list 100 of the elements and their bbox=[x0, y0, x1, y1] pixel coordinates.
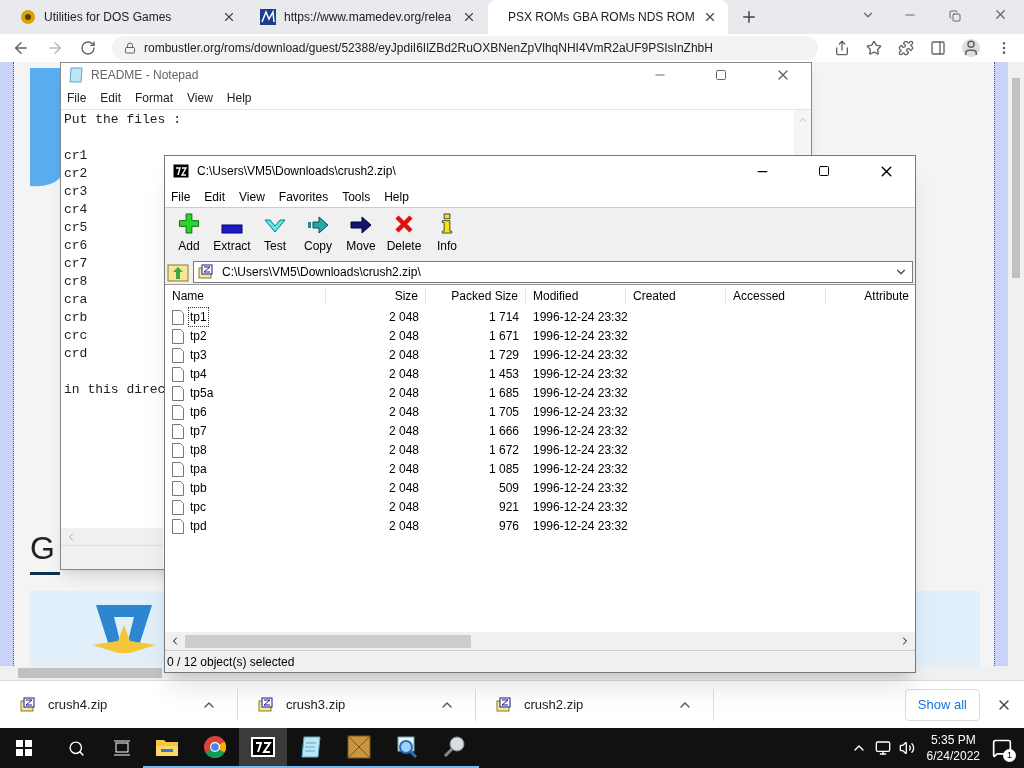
archive-icon bbox=[198, 263, 214, 280]
menu-item[interactable]: Favorites bbox=[278, 187, 329, 206]
menu-item[interactable]: Edit bbox=[204, 187, 226, 206]
file-name[interactable]: tp1 bbox=[188, 307, 209, 327]
download-item[interactable]: crush3.zip bbox=[238, 688, 476, 721]
table-cell-text: 976 bbox=[497, 518, 520, 535]
file-name[interactable]: tp7 bbox=[188, 421, 209, 441]
download-item[interactable]: crush4.zip bbox=[0, 688, 238, 721]
table-cell-text: 1 685 bbox=[487, 385, 520, 402]
file-name[interactable]: tpa bbox=[188, 459, 209, 479]
text-line: crd bbox=[64, 345, 88, 363]
address-bar[interactable]: rombustler.org/roms/download/guest/52388/eyJpdiI6IlZBd2RuOXBNenZpVlhqNHI4VmR2aUF9PSIsInZhbH bbox=[112, 36, 818, 60]
horizontal-scrollbar[interactable] bbox=[61, 528, 163, 545]
menu-item[interactable]: View bbox=[187, 89, 213, 107]
table-cell-text: 1 085 bbox=[487, 461, 520, 478]
windows-icon[interactable] bbox=[16, 740, 32, 756]
tab-title: https://www.mamedev.org/relea bbox=[284, 9, 452, 26]
menu-item[interactable]: Edit bbox=[100, 89, 122, 107]
file-name[interactable]: tp6 bbox=[188, 402, 209, 422]
file-name: crush4.zip bbox=[48, 695, 109, 714]
volume-icon[interactable] bbox=[898, 740, 915, 756]
table-cell-text: 1996-12-24 23:32 bbox=[532, 480, 626, 497]
browser-icon bbox=[203, 735, 227, 759]
menu-item[interactable]: Help bbox=[384, 187, 409, 206]
section-heading: G bbox=[30, 529, 55, 568]
path-field[interactable]: C:\Users\VM5\Downloads\crush2.zip\ bbox=[193, 260, 913, 283]
toolbar-button[interactable]: Copy bbox=[298, 213, 338, 255]
menu-item[interactable]: File bbox=[171, 187, 191, 206]
extensions-icon[interactable] bbox=[898, 40, 914, 56]
toolbar-button[interactable]: Info bbox=[427, 213, 467, 255]
menu-item[interactable]: Help bbox=[226, 89, 252, 107]
file-name[interactable]: tpb bbox=[188, 478, 209, 498]
minus-icon bbox=[221, 224, 243, 234]
file-name[interactable]: tp5a bbox=[188, 383, 216, 403]
file-name: crush3.zip bbox=[286, 695, 347, 714]
column-header[interactable]: Packed Size bbox=[426, 287, 526, 305]
column-header[interactable]: Modified bbox=[526, 287, 626, 305]
table-cell-text: 921 bbox=[497, 499, 520, 516]
network-icon[interactable] bbox=[874, 740, 891, 756]
table-cell-text: 1996-12-24 23:32 bbox=[532, 461, 626, 478]
column-header[interactable]: Name bbox=[165, 287, 326, 305]
close-icon[interactable] bbox=[222, 10, 236, 24]
file-name: crush2.zip bbox=[524, 695, 585, 714]
file-name[interactable]: tp8 bbox=[188, 440, 209, 460]
column-header[interactable]: Attribute bbox=[826, 287, 915, 305]
toolbar-button[interactable]: Extract bbox=[212, 213, 252, 255]
scrollbar-thumb[interactable] bbox=[1012, 78, 1020, 278]
restore-icon[interactable] bbox=[949, 10, 961, 22]
menu-item[interactable]: View bbox=[239, 187, 265, 206]
taskbar-app[interactable] bbox=[239, 728, 287, 768]
folder-icon bbox=[155, 737, 179, 757]
toolbar-button[interactable]: Move bbox=[341, 213, 381, 255]
profile-icon[interactable] bbox=[962, 39, 980, 57]
toolbar-button[interactable]: Test bbox=[255, 213, 295, 255]
reload-icon[interactable] bbox=[80, 40, 96, 56]
file-name[interactable]: tp4 bbox=[188, 364, 209, 384]
status-text: 0 / 12 object(s) selected bbox=[167, 653, 295, 671]
table-cell-text: 2 048 bbox=[387, 461, 420, 478]
task-view-icon[interactable] bbox=[113, 740, 131, 756]
maximize-icon[interactable] bbox=[818, 165, 830, 177]
scrollbar-thumb[interactable] bbox=[185, 634, 471, 648]
side-panel-icon[interactable] bbox=[930, 40, 946, 56]
show-all-button[interactable]: Show all bbox=[904, 688, 980, 721]
menu-item[interactable]: Tools bbox=[342, 187, 371, 206]
bookmark-icon[interactable] bbox=[866, 40, 882, 56]
archive-icon bbox=[496, 696, 512, 713]
file-icon bbox=[172, 347, 184, 363]
close-icon[interactable] bbox=[462, 10, 476, 24]
magnifier-icon bbox=[443, 735, 467, 759]
table-cell-text: 1 705 bbox=[487, 404, 520, 421]
column-header[interactable]: Size bbox=[326, 287, 426, 305]
menu-item[interactable]: File bbox=[67, 89, 87, 107]
table-cell-text: 1996-12-24 23:32 bbox=[532, 328, 626, 345]
column-header[interactable]: Created bbox=[626, 287, 726, 305]
toolbar-button[interactable]: Add bbox=[169, 213, 209, 255]
browser-tab[interactable]: https://www.mamedev.org/relea bbox=[248, 0, 488, 34]
text-line: cr5 bbox=[64, 219, 88, 237]
table-cell-text: 2 048 bbox=[387, 480, 420, 497]
table-cell-text: 1996-12-24 23:32 bbox=[532, 347, 626, 364]
column-header[interactable]: Accessed bbox=[726, 287, 826, 305]
search-icon[interactable] bbox=[68, 739, 85, 757]
file-name[interactable]: tp3 bbox=[188, 345, 209, 365]
toolbar-button[interactable]: Delete bbox=[384, 213, 424, 255]
browser-tab[interactable]: Utilities for DOS Games bbox=[8, 0, 248, 34]
file-name[interactable]: tpd bbox=[188, 516, 209, 536]
clock[interactable]: 5:35 PM 6/24/2022 bbox=[926, 732, 980, 764]
delete-icon bbox=[394, 214, 414, 234]
table-cell-text: 1996-12-24 23:32 bbox=[532, 442, 626, 459]
table-cell-text: 509 bbox=[497, 480, 520, 497]
browser-tab[interactable]: PSX ROMs GBA ROMs NDS ROM bbox=[488, 0, 728, 34]
scrollbar-thumb[interactable] bbox=[18, 668, 162, 678]
table-cell-text: 1 453 bbox=[487, 366, 520, 383]
new-tab-icon[interactable] bbox=[740, 8, 758, 26]
download-item[interactable]: crush2.zip bbox=[476, 688, 714, 721]
file-name[interactable]: tpc bbox=[188, 497, 208, 517]
window-title: C:\Users\VM5\Downloads\crush2.zip\ bbox=[197, 163, 397, 180]
share-icon[interactable] bbox=[834, 40, 850, 56]
back-icon[interactable] bbox=[12, 39, 30, 57]
file-name[interactable]: tp2 bbox=[188, 326, 209, 346]
menu-item[interactable]: Format bbox=[135, 89, 174, 107]
